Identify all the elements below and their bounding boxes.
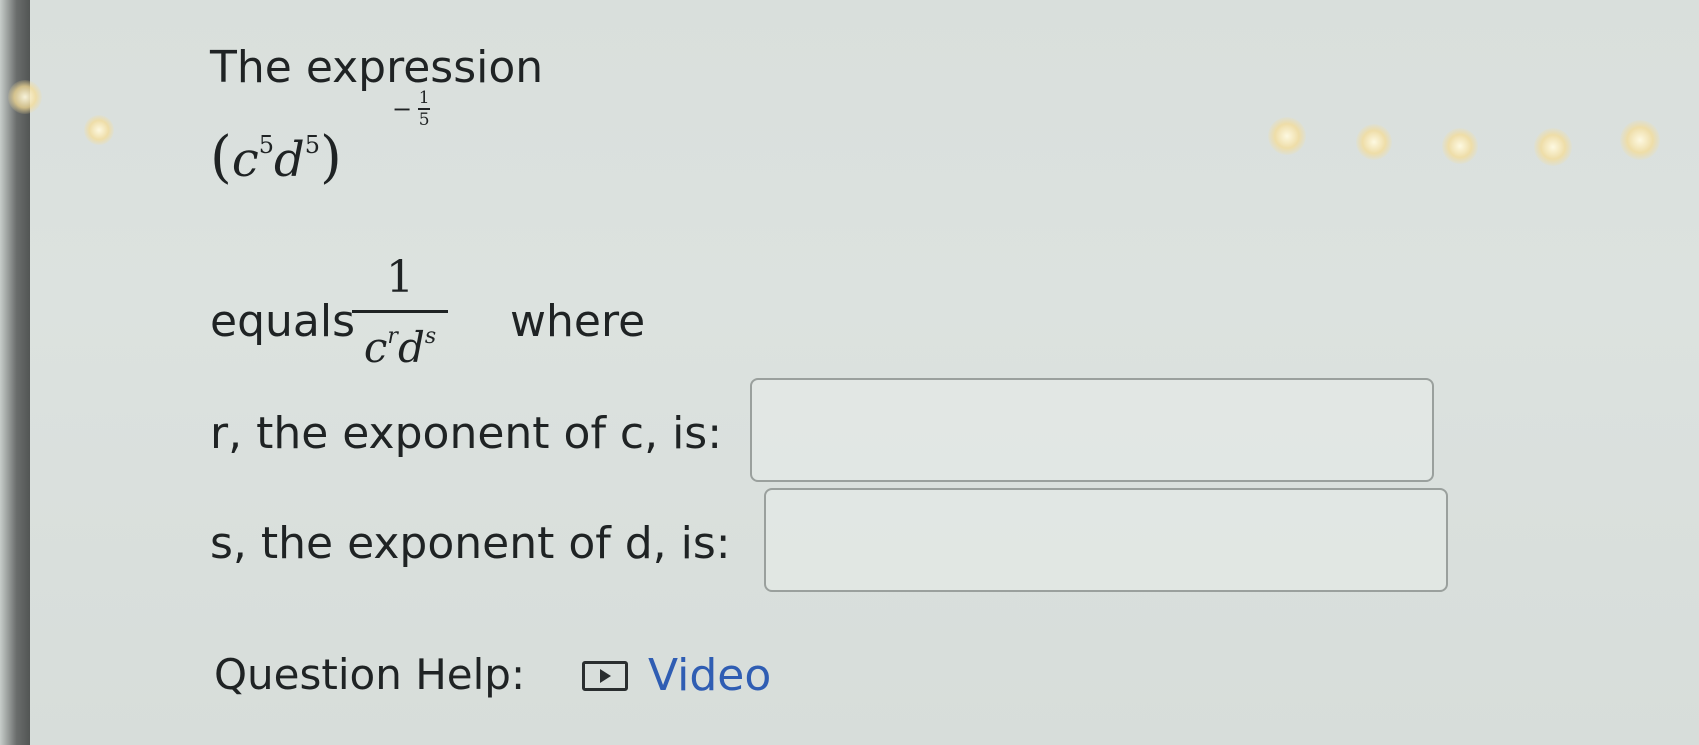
base-c: c: [231, 132, 259, 188]
r-exponent-prompt: r, the exponent of c, is:: [210, 408, 723, 459]
outer-exponent-denominator: 5: [418, 110, 430, 130]
outer-exponent-sign: −: [392, 95, 413, 123]
fraction-bar: [352, 310, 448, 313]
s-exponent-prompt: s, the exponent of d, is:: [210, 518, 731, 569]
question-intro: The expression: [210, 42, 544, 93]
result-fraction: 1 crds: [352, 252, 448, 372]
exponent-c: 5: [258, 131, 275, 159]
s-exponent-input[interactable]: [764, 488, 1448, 592]
exponent-d: 5: [304, 131, 321, 159]
glare-reflection: [1620, 120, 1660, 160]
outer-exponent-numerator: 1: [418, 88, 430, 108]
fraction-numerator: 1: [386, 252, 414, 303]
glare-reflection: [1356, 124, 1392, 160]
where-label: where: [510, 296, 646, 347]
glare-reflection: [84, 115, 114, 145]
outer-exponent-fraction: 1 5: [418, 88, 431, 130]
glare-reflection: [8, 80, 42, 114]
outer-exponent: − 1 5: [392, 88, 431, 130]
play-icon: [582, 660, 628, 691]
video-link-label[interactable]: Video: [648, 650, 771, 701]
r-exponent-input[interactable]: [750, 378, 1434, 482]
base-d: d: [274, 132, 305, 188]
video-help-link[interactable]: Video: [582, 650, 771, 701]
glare-reflection: [1268, 117, 1306, 155]
question-help-label: Question Help:: [214, 650, 526, 699]
math-expression: (c5d5) − 1 5: [210, 88, 431, 190]
equals-label: equals: [210, 296, 355, 347]
fraction-denominator: crds: [363, 323, 437, 372]
glare-reflection: [1442, 128, 1478, 164]
glare-reflection: [1534, 128, 1572, 166]
